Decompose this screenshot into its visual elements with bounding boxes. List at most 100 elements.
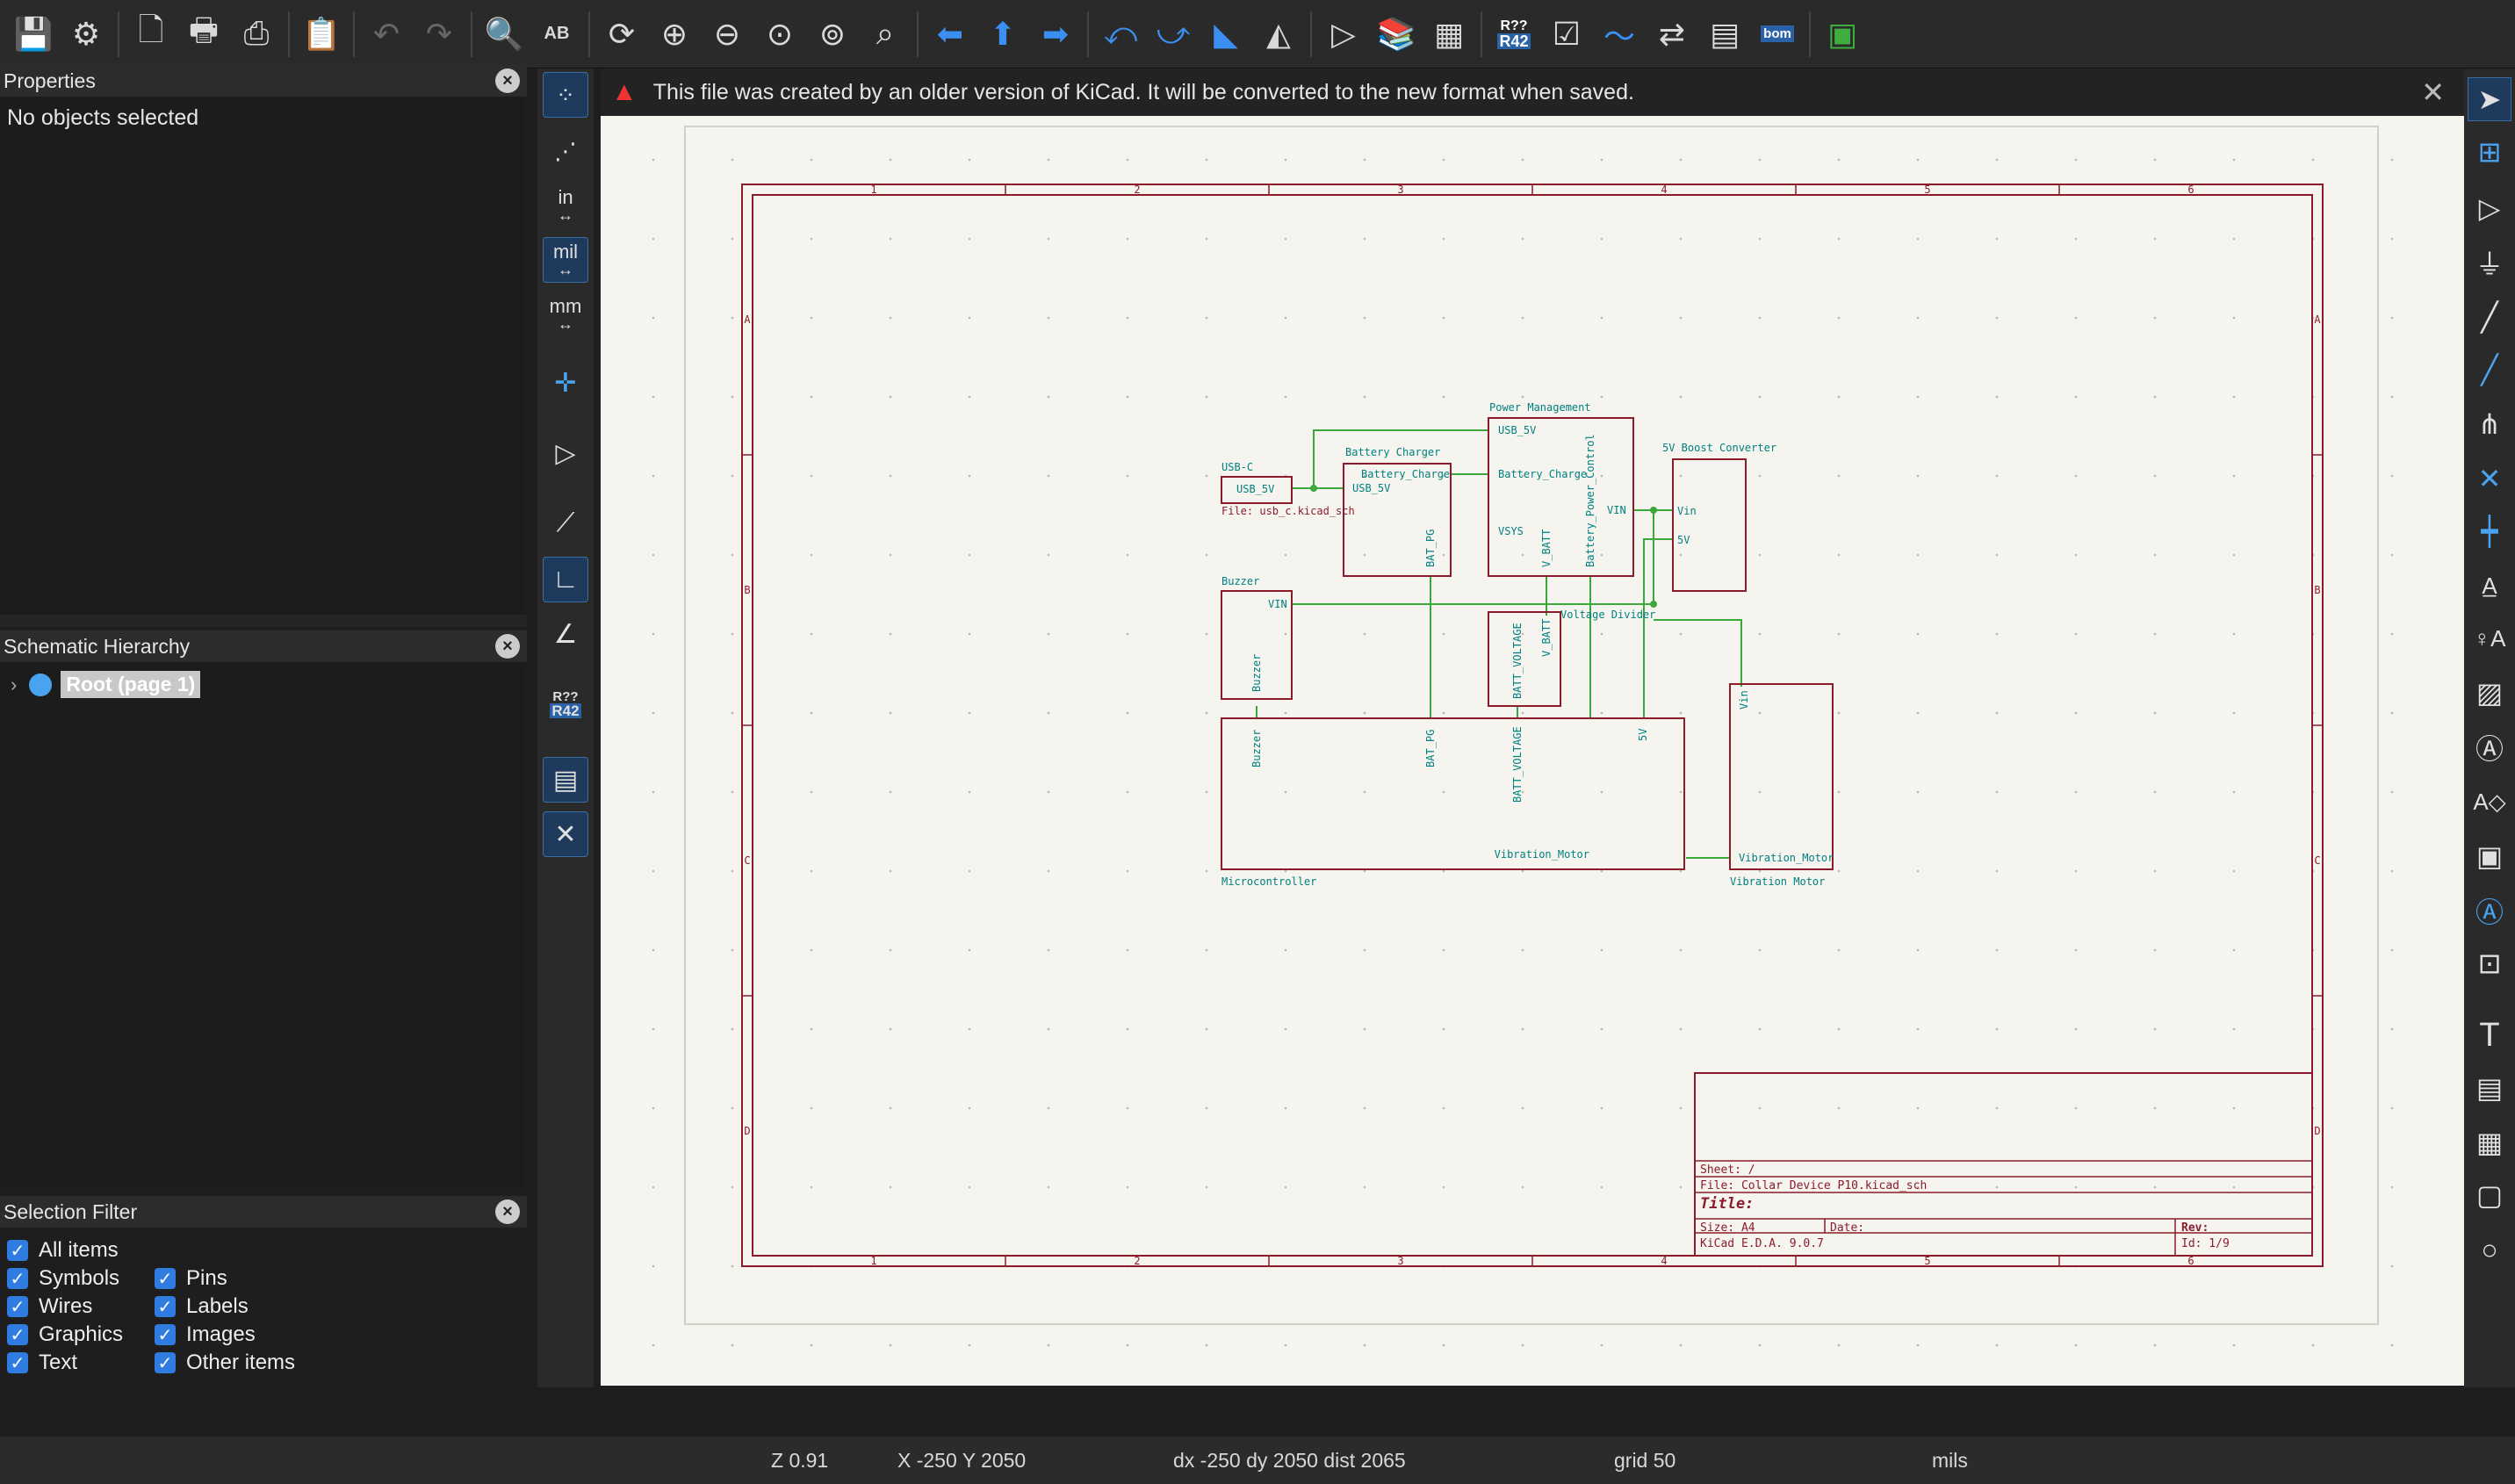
splitter[interactable] xyxy=(0,615,527,627)
page-settings-icon[interactable]: 🗋 xyxy=(125,8,177,61)
status-grid[interactable]: grid 50 xyxy=(1614,1449,1675,1473)
filter-graphics[interactable]: ✓ Graphics xyxy=(7,1322,123,1347)
checkbox-icon[interactable]: ✓ xyxy=(155,1352,176,1373)
units-mm-button[interactable]: mm ↔ xyxy=(543,292,588,337)
zoom-fit-icon[interactable]: ⊙ xyxy=(753,8,806,61)
refresh-icon[interactable]: ⟳ xyxy=(595,8,648,61)
close-icon[interactable]: × xyxy=(495,1199,520,1224)
sheet-microcontroller[interactable] xyxy=(1221,717,1685,870)
properties-panel-toggle-icon[interactable]: ✕ xyxy=(543,811,588,857)
checkbox-icon[interactable]: ✓ xyxy=(7,1240,28,1261)
plot-icon[interactable]: ⎙ xyxy=(230,8,283,61)
find-replace-icon[interactable]: AB xyxy=(530,8,583,61)
filter-text[interactable]: ✓ Text xyxy=(7,1351,77,1375)
checkbox-icon[interactable]: ✓ xyxy=(155,1324,176,1345)
add-bus-icon[interactable]: ╱ xyxy=(2468,348,2511,392)
add-symbol-icon[interactable]: ▷ xyxy=(2468,186,2511,230)
checkbox-icon[interactable]: ✓ xyxy=(7,1296,28,1317)
junction-icon[interactable]: ┿ xyxy=(2468,509,2511,553)
print-icon[interactable]: 🖶 xyxy=(177,8,230,61)
close-icon[interactable]: × xyxy=(495,68,520,93)
symbol-fields-icon[interactable]: ▦ xyxy=(1423,8,1475,61)
navigate-up-icon[interactable]: ⬆ xyxy=(976,8,1029,61)
mirror-vertical-icon[interactable]: ◣ xyxy=(1200,8,1252,61)
highlight-net-icon[interactable]: ⊞ xyxy=(2468,130,2511,174)
rule-area-icon[interactable]: ▨ xyxy=(2468,671,2511,715)
schematic-drawing[interactable]: 112233445566A AB BC CD D USB-C File: usb… xyxy=(601,116,2464,1386)
redo-icon[interactable]: ↷ xyxy=(413,8,465,61)
sheet-power-management[interactable] xyxy=(1488,417,1634,577)
chevron-right-icon[interactable]: › xyxy=(11,674,17,696)
checkbox-icon[interactable]: ✓ xyxy=(155,1268,176,1289)
grid-dots-icon[interactable]: ⁘ xyxy=(543,72,588,118)
zoom-objects-icon[interactable]: ⊚ xyxy=(806,8,859,61)
add-table-icon[interactable]: ▦ xyxy=(2468,1120,2511,1164)
cursor-crosshair-icon[interactable]: ✛ xyxy=(543,360,588,406)
bom-table-icon[interactable]: ▤ xyxy=(1698,8,1751,61)
mirror-horizontal-icon[interactable]: ◭ xyxy=(1252,8,1305,61)
import-sheet-pin-icon[interactable]: ⊡ xyxy=(2468,941,2511,985)
filter-pins[interactable]: ✓ Pins xyxy=(155,1266,227,1291)
status-units[interactable]: mils xyxy=(1932,1449,1968,1473)
net-class-label-icon[interactable]: ♀A xyxy=(2468,616,2511,660)
pcb-editor-icon[interactable]: ▣ xyxy=(1816,8,1869,61)
navigate-forward-icon[interactable]: ➡ xyxy=(1029,8,1082,61)
symbol-library-icon[interactable]: 📚 xyxy=(1370,8,1423,61)
bom-export-icon[interactable]: bom xyxy=(1751,8,1804,61)
no-connect-icon[interactable]: ✕ xyxy=(2468,457,2511,501)
annotate-toggle-icon[interactable]: R?? R42 xyxy=(543,681,588,727)
add-rectangle-icon[interactable]: ▢ xyxy=(2468,1173,2511,1217)
paste-icon[interactable]: 📋 xyxy=(295,8,348,61)
add-power-icon[interactable]: ⏚ xyxy=(2468,241,2511,285)
zoom-out-icon[interactable]: ⊖ xyxy=(701,8,753,61)
schematic-canvas[interactable]: 112233445566AABBCCDD USB-C File: usb_c.k… xyxy=(601,116,2464,1386)
sheet-pin-icon[interactable]: Ⓐ xyxy=(2468,889,2511,933)
footprint-assign-icon[interactable]: ⇄ xyxy=(1646,8,1698,61)
line-mode-45-icon[interactable]: ∠ xyxy=(543,611,588,657)
checkbox-icon[interactable]: ✓ xyxy=(7,1324,28,1345)
sheet-vibration-motor[interactable] xyxy=(1729,683,1834,870)
rotate-cw-icon[interactable]: ⤻ xyxy=(1147,8,1200,61)
filter-wires[interactable]: ✓ Wires xyxy=(7,1294,92,1319)
filter-other-items[interactable]: ✓ Other items xyxy=(155,1351,295,1375)
checkbox-icon[interactable]: ✓ xyxy=(155,1296,176,1317)
filter-symbols[interactable]: ✓ Symbols xyxy=(7,1266,119,1291)
global-label-icon[interactable]: Ⓐ xyxy=(2468,725,2511,769)
units-inch-button[interactable]: in ↔ xyxy=(543,183,588,228)
sheet-boost-converter[interactable] xyxy=(1672,458,1747,592)
bus-entry-icon[interactable]: ⋔ xyxy=(2468,402,2511,446)
close-icon[interactable]: × xyxy=(495,634,520,659)
select-icon[interactable]: ➤ xyxy=(2468,77,2511,121)
line-mode-90-icon[interactable]: ∟ xyxy=(543,557,588,602)
add-text-icon[interactable]: T xyxy=(2468,1013,2511,1057)
find-icon[interactable]: 🔍 xyxy=(478,8,530,61)
rotate-ccw-icon[interactable]: ⤺ xyxy=(1094,8,1147,61)
filter-images[interactable]: ✓ Images xyxy=(155,1322,256,1347)
add-sheet-icon[interactable]: ▣ xyxy=(2468,834,2511,878)
save-icon[interactable]: 💾 xyxy=(7,8,60,61)
zoom-in-icon[interactable]: ⊕ xyxy=(648,8,701,61)
units-mil-button[interactable]: mil ↔ xyxy=(543,237,588,283)
hierarchy-root-item[interactable]: › Root (page 1) xyxy=(11,671,201,698)
filter-labels[interactable]: ✓ Labels xyxy=(155,1294,249,1319)
zoom-selection-icon[interactable]: ⌕ xyxy=(859,8,912,61)
hierarchical-label-icon[interactable]: A◇ xyxy=(2468,780,2511,824)
hierarchy-panel-toggle-icon[interactable]: ▤ xyxy=(543,757,588,803)
navigate-back-icon[interactable]: ⬅ xyxy=(924,8,976,61)
close-icon[interactable]: ✕ xyxy=(2421,76,2445,109)
annotate-icon[interactable]: R?? R42 xyxy=(1488,8,1540,61)
grid-overrides-icon[interactable]: ⋰ xyxy=(543,128,588,174)
net-label-icon[interactable]: A̲ xyxy=(2468,564,2511,608)
hierarchy-root-label[interactable]: Root (page 1) xyxy=(61,671,201,698)
checkbox-icon[interactable]: ✓ xyxy=(7,1352,28,1373)
filter-all-items[interactable]: ✓ All items xyxy=(7,1238,119,1263)
undo-icon[interactable]: ↶ xyxy=(360,8,413,61)
schematic-setup-icon[interactable]: ⚙ xyxy=(60,8,112,61)
add-textbox-icon[interactable]: ▤ xyxy=(2468,1066,2511,1110)
line-mode-free-icon[interactable]: ⟋ xyxy=(543,501,588,546)
add-circle-icon[interactable]: ○ xyxy=(2468,1228,2511,1271)
symbol-editor-icon[interactable]: ▷ xyxy=(1317,8,1370,61)
add-wire-icon[interactable]: ╱ xyxy=(2468,295,2511,339)
simulator-icon[interactable]: 〜 xyxy=(1593,8,1646,61)
checkbox-icon[interactable]: ✓ xyxy=(7,1268,28,1289)
